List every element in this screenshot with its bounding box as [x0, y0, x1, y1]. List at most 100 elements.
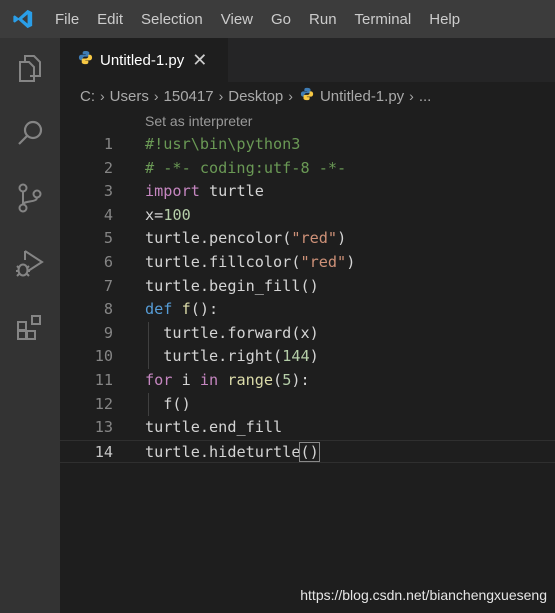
code-text: turtle.fillcolor("red") [145, 251, 355, 275]
code-text: turtle.pencolor("red") [145, 227, 346, 251]
code-line[interactable]: 9 turtle.forward(x) [60, 322, 555, 346]
vscode-window: File Edit Selection View Go Run Terminal Help [0, 0, 555, 613]
source-control-icon[interactable] [0, 168, 60, 228]
tab-label: Untitled-1.py [100, 51, 185, 69]
indent-guide [148, 321, 149, 369]
code-text: import turtle [145, 180, 264, 204]
code-token: turtle [199, 182, 264, 201]
code-token: end_fill [209, 418, 283, 437]
line-number: 5 [103, 229, 113, 248]
code-text: def f(): [145, 298, 218, 322]
menu-selection[interactable]: Selection [132, 0, 212, 38]
codelens-set-interpreter[interactable]: Set as interpreter [145, 113, 252, 129]
code-token: turtle [145, 229, 200, 248]
code-token: f [181, 300, 191, 319]
code-token: hideturtle [209, 442, 301, 461]
code-token: turtle [145, 347, 219, 366]
line-number: 9 [103, 323, 113, 342]
code-token: . [199, 442, 210, 461]
breadcrumb-users[interactable]: Users [110, 88, 149, 105]
code-text: turtle.hideturtle() [145, 441, 320, 465]
explorer-icon[interactable] [0, 38, 60, 98]
code-text: #!usr\bin\python3 [145, 133, 300, 157]
code-line[interactable]: 10 turtle.right(144) [60, 345, 555, 369]
code-line[interactable]: 1 #!usr\bin\python3 [60, 133, 555, 157]
code-token: turtle [145, 418, 200, 437]
code-token: begin_fill [209, 276, 301, 295]
chevron-right-icon: › [409, 88, 414, 104]
code-token: ) [346, 253, 356, 271]
line-number: 10 [94, 347, 113, 366]
chevron-right-icon: › [218, 88, 224, 104]
code-token: . [199, 418, 210, 437]
code-token: () [300, 276, 319, 295]
code-token: f() [145, 394, 191, 413]
code-token: import [145, 182, 200, 201]
python-file-icon [300, 87, 314, 105]
breadcrumb-drive[interactable]: C: [80, 88, 95, 105]
tab-untitled-1[interactable]: Untitled-1.py ✕ [60, 38, 228, 82]
code-token: ( [282, 229, 292, 248]
code-token: (): [190, 300, 219, 319]
code-token: in [199, 371, 219, 389]
breadcrumb-desktop[interactable]: Desktop [228, 88, 283, 105]
code-token: turtle [145, 442, 200, 461]
code-text: for i in range(5): [145, 369, 310, 393]
chevron-right-icon: › [153, 88, 159, 104]
close-icon[interactable]: ✕ [192, 51, 207, 69]
code-token: 100 [163, 205, 191, 224]
code-token: 5 [282, 371, 292, 389]
code-text: turtle.begin_fill() [145, 275, 319, 299]
code-token: turtle [145, 276, 200, 295]
code-token: ) [309, 347, 319, 366]
extensions-icon[interactable] [0, 298, 60, 358]
line-number: 4 [103, 205, 113, 224]
line-number: 11 [94, 371, 113, 389]
menu-help[interactable]: Help [420, 0, 469, 38]
code-token: x [145, 205, 155, 224]
code-line[interactable]: 11 for i in range(5): [60, 369, 555, 393]
code-line[interactable]: 14 turtle.hideturtle() [60, 439, 555, 465]
menu-file[interactable]: File [46, 0, 88, 38]
menu-run[interactable]: Run [300, 0, 346, 38]
code-editor[interactable]: Set as interpreter 1 #!usr\bin\python3 2 # … [60, 110, 555, 613]
code-token: ): [291, 371, 310, 389]
breadcrumb: C: › Users › 150417 › Desktop › Untitled… [60, 82, 555, 110]
code-token: ( [273, 371, 283, 389]
breadcrumb-user-folder[interactable]: 150417 [164, 88, 214, 105]
line-number: 3 [103, 182, 113, 201]
code-token: right [227, 347, 274, 366]
activity-bar [0, 38, 60, 613]
menu-terminal[interactable]: Terminal [346, 0, 421, 38]
code-text: turtle.forward(x) [145, 322, 318, 346]
code-token: pencolor [209, 229, 283, 248]
code-token: ) [337, 229, 347, 248]
menu-view[interactable]: View [212, 0, 262, 38]
code-token: fillcolor [209, 253, 292, 271]
code-line[interactable]: 5 turtle.pencolor("red") [60, 227, 555, 251]
code-line[interactable]: 4 x=100 [60, 204, 555, 228]
menu-go[interactable]: Go [262, 0, 300, 38]
code-token: . [218, 347, 228, 366]
code-line[interactable]: 13 turtle.end_fill [60, 416, 555, 440]
code-line[interactable]: 2 # -*- coding:utf-8 -*- [60, 157, 555, 181]
code-token: 144 [282, 347, 310, 366]
code-token: # -*- coding:utf-8 -*- [145, 158, 347, 177]
run-debug-icon[interactable] [0, 233, 60, 293]
code-token: = [154, 205, 164, 224]
breadcrumb-symbols[interactable]: ... [419, 88, 432, 105]
code-line[interactable]: 8 def f(): [60, 298, 555, 322]
code-line[interactable]: 6 turtle.fillcolor("red") [60, 251, 555, 275]
code-token: . [199, 253, 210, 271]
code-line[interactable]: 3 import turtle [60, 180, 555, 204]
code-line[interactable]: 7 turtle.begin_fill() [60, 275, 555, 299]
breadcrumb-file[interactable]: Untitled-1.py [320, 88, 404, 105]
menu-edit[interactable]: Edit [88, 0, 132, 38]
indent-guide [148, 392, 149, 417]
code-token: "red" [291, 229, 338, 248]
code-line[interactable]: 12 f() [60, 393, 555, 417]
line-number: 13 [94, 418, 113, 437]
search-icon[interactable] [0, 103, 60, 163]
